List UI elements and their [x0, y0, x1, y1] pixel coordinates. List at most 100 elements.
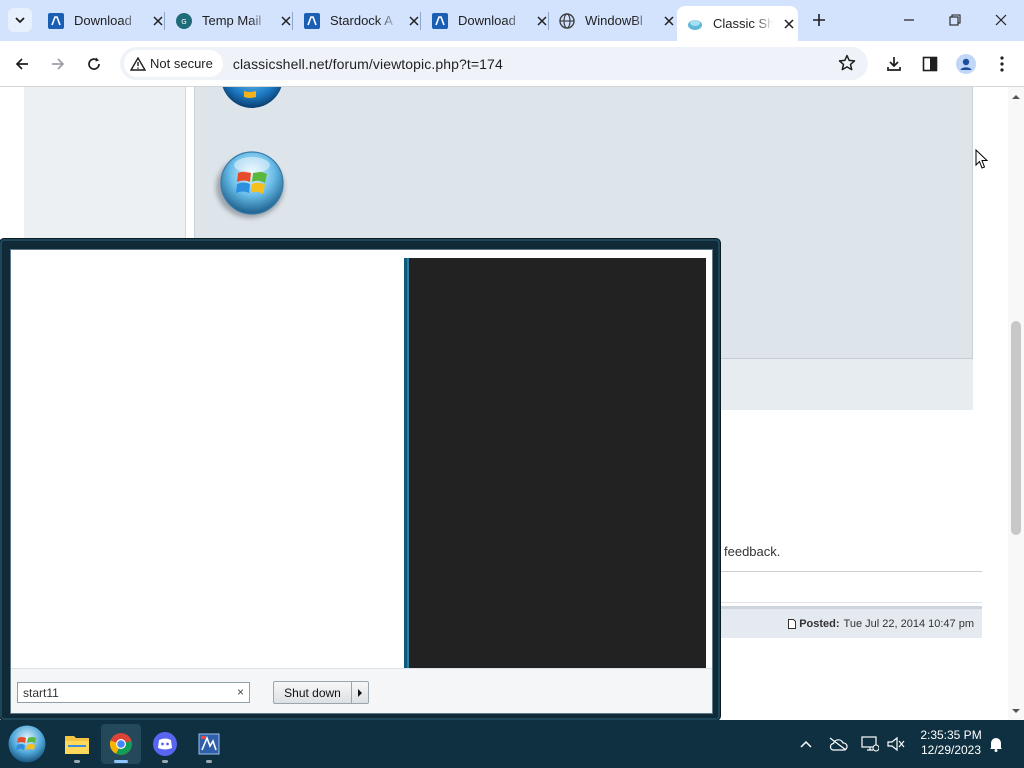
- start-menu: start11 × Shut down: [0, 239, 720, 720]
- arrow-right-icon: [52, 58, 65, 70]
- browser-toolbar: Not secure classicshell.net/forum/viewto…: [0, 41, 1024, 87]
- network-icon: [861, 736, 879, 752]
- post-meta-bar: Posted: Tue Jul 22, 2014 10:47 pm: [716, 606, 982, 638]
- clear-search-icon[interactable]: ×: [237, 685, 244, 699]
- post-text-fragment: feedback.: [724, 544, 781, 559]
- tempmail-icon: G: [176, 12, 192, 29]
- tab-title: Download: [458, 13, 516, 28]
- tab-strip: Download G Temp Mail Stardock A Download…: [0, 0, 1024, 41]
- close-icon[interactable]: [781, 16, 797, 32]
- security-chip[interactable]: Not secure: [124, 50, 223, 77]
- chevron-up-icon: [800, 740, 812, 748]
- back-button[interactable]: [8, 50, 36, 78]
- plus-icon: [813, 14, 825, 26]
- address-bar[interactable]: Not secure classicshell.net/forum/viewto…: [120, 47, 868, 80]
- windows-orb-icon: [7, 724, 47, 764]
- running-indicator: [114, 760, 128, 763]
- taskbar-clock[interactable]: 2:35:35 PM 12/29/2023: [915, 728, 987, 758]
- scroll-up-icon[interactable]: [1012, 93, 1020, 101]
- start-menu-right-pane: [404, 258, 706, 668]
- tab-stardock[interactable]: Stardock A: [304, 6, 422, 35]
- minimize-icon: [904, 19, 914, 21]
- download-icon: [887, 57, 901, 71]
- network-tray[interactable]: [860, 734, 880, 754]
- mouse-cursor-icon: [975, 148, 989, 175]
- shutdown-button[interactable]: Shut down: [273, 681, 369, 704]
- stardock-icon: [432, 12, 448, 29]
- page-scrollbar[interactable]: [1008, 87, 1024, 720]
- warning-icon: [130, 56, 146, 71]
- taskbar: 2:35:35 PM 12/29/2023: [0, 720, 1024, 768]
- shutdown-options-button[interactable]: [352, 682, 368, 703]
- onedrive-tray[interactable]: [828, 734, 848, 754]
- classicshell-icon: [688, 19, 702, 30]
- restore-button[interactable]: [932, 0, 978, 40]
- file-explorer-icon: [65, 736, 89, 754]
- tab-separator: [548, 12, 549, 30]
- side-panel-button[interactable]: [916, 50, 944, 78]
- tab-download-2[interactable]: Download: [432, 6, 550, 35]
- arrow-left-icon: [15, 58, 28, 70]
- profile-button[interactable]: [952, 50, 980, 78]
- taskbar-discord[interactable]: [145, 724, 185, 764]
- new-tab-button[interactable]: [808, 9, 830, 31]
- bell-icon: [990, 738, 1002, 752]
- chrome-icon: [109, 733, 132, 755]
- restore-icon: [949, 14, 961, 26]
- close-icon[interactable]: [661, 13, 677, 29]
- notifications-button[interactable]: [986, 734, 1006, 754]
- cloud-offline-icon: [829, 737, 848, 751]
- svg-text:G: G: [181, 18, 186, 26]
- start-search-input[interactable]: start11 ×: [17, 682, 250, 703]
- tab-separator: [420, 12, 421, 30]
- posted-date: Tue Jul 22, 2014 10:47 pm: [843, 617, 974, 630]
- tab-windowblinds[interactable]: WindowBl: [559, 6, 677, 35]
- downloads-button[interactable]: [880, 50, 908, 78]
- minimize-button[interactable]: [886, 0, 932, 40]
- close-icon: [995, 14, 1007, 26]
- close-window-button[interactable]: [978, 0, 1024, 40]
- start-menu-bottom-bar: start11 × Shut down: [11, 668, 712, 713]
- tab-title: Temp Mail: [202, 13, 262, 28]
- post-author-column: [24, 87, 186, 247]
- tab-separator: [164, 12, 165, 30]
- clock-date: 12/29/2023: [920, 743, 982, 757]
- volume-tray[interactable]: [886, 734, 906, 754]
- discord-icon: [153, 732, 177, 756]
- search-value: start11: [23, 686, 59, 700]
- divider: [716, 602, 982, 603]
- security-label: Not secure: [150, 56, 213, 71]
- tab-title: Download: [74, 13, 132, 28]
- windows-orb-image: [212, 147, 294, 223]
- start-menu-panel: start11 × Shut down: [10, 249, 713, 714]
- tab-classic-shell[interactable]: Classic She: [677, 6, 798, 41]
- bookmark-star-icon[interactable]: [838, 54, 856, 75]
- running-indicator: [162, 760, 168, 763]
- taskbar-app[interactable]: [189, 724, 229, 764]
- tab-title: Classic She: [713, 16, 773, 31]
- tab-search-button[interactable]: [8, 8, 32, 32]
- posted-label: Posted:: [799, 617, 840, 630]
- volume-muted-icon: [887, 736, 905, 752]
- menu-button[interactable]: [988, 50, 1016, 78]
- url-text[interactable]: classicshell.net/forum/viewtopic.php?t=1…: [233, 56, 503, 72]
- app-icon: [198, 733, 220, 755]
- forward-button[interactable]: [44, 50, 72, 78]
- more-vert-icon: [1000, 56, 1004, 72]
- side-panel-icon: [922, 56, 938, 72]
- tab-temp-mail[interactable]: G Temp Mail: [176, 6, 294, 35]
- scroll-down-icon[interactable]: [1012, 707, 1020, 715]
- reload-button[interactable]: [80, 50, 108, 78]
- avatar-icon: [956, 54, 976, 74]
- start-button[interactable]: [6, 723, 48, 765]
- post-icon: [788, 618, 797, 629]
- tab-download-1[interactable]: Download: [48, 6, 166, 35]
- scroll-thumb[interactable]: [1011, 321, 1021, 535]
- shutdown-label[interactable]: Shut down: [274, 682, 352, 703]
- chevron-down-icon: [15, 17, 25, 24]
- taskbar-file-explorer[interactable]: [57, 724, 97, 764]
- taskbar-chrome[interactable]: [101, 724, 141, 764]
- windows-orb-image: [220, 87, 284, 109]
- show-hidden-icons-button[interactable]: [796, 734, 816, 754]
- divider: [716, 571, 982, 572]
